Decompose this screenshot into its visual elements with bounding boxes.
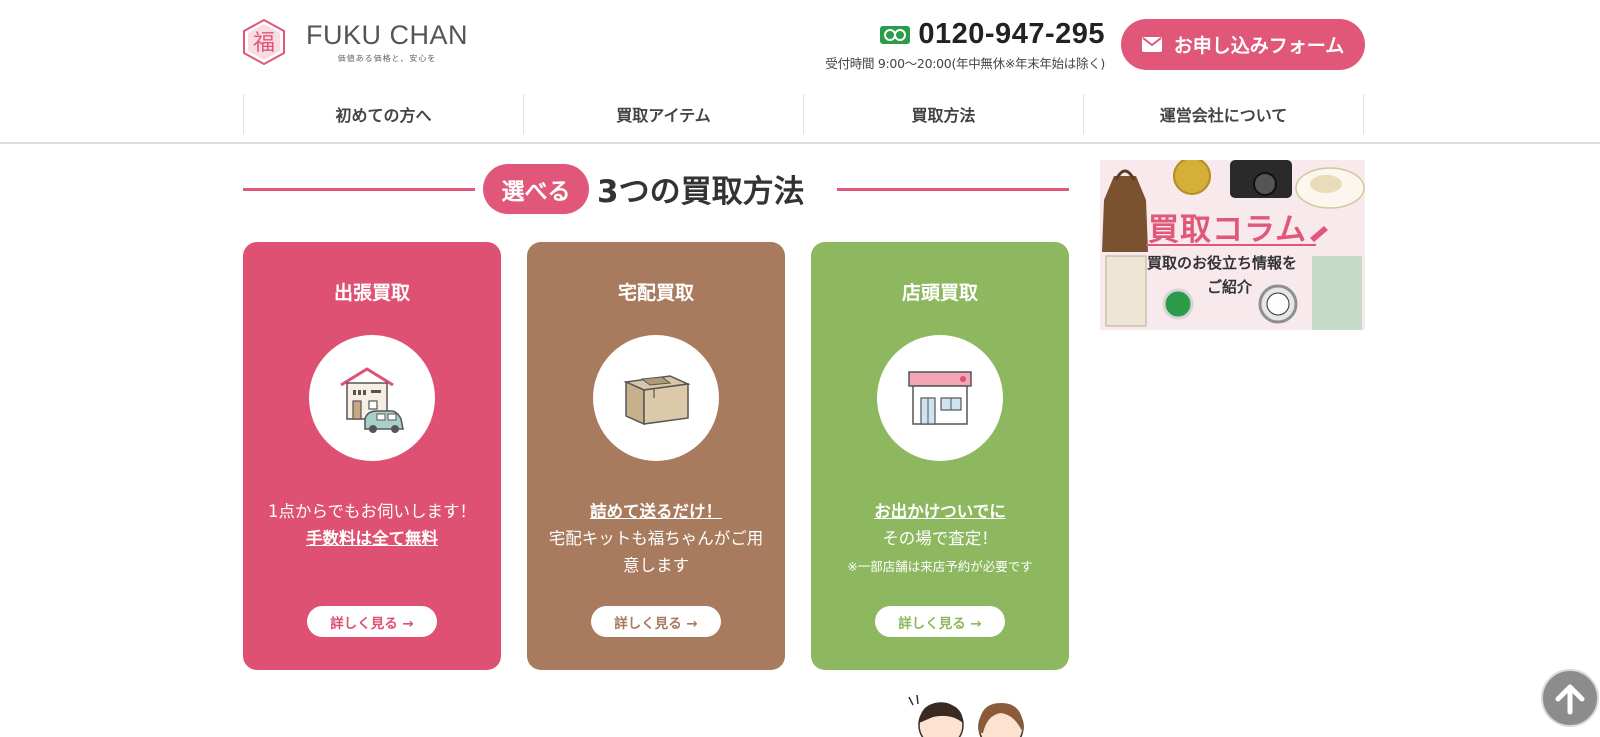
details-button[interactable]: 詳しく見る → xyxy=(875,606,1005,637)
mail-icon xyxy=(1141,37,1162,52)
site-logo[interactable]: 福 FUKU CHAN 価値ある価格と、安心を xyxy=(242,18,468,66)
svg-text:福: 福 xyxy=(253,31,275,56)
card-title: 店頭買取 xyxy=(901,282,978,304)
global-nav: 初めての方へ 買取アイテム 買取方法 運営会社について xyxy=(243,94,1364,134)
column-banner[interactable]: 買取コラム 買取のお役立ち情報を ご紹介 xyxy=(1100,160,1365,330)
nav-item-items[interactable]: 買取アイテム xyxy=(524,94,804,134)
logo-mark-icon: 福 xyxy=(243,18,285,66)
card-description: お出かけついでに その場で査定！ ※一部店舗は来店予約が必要です xyxy=(831,498,1049,582)
storefront-icon xyxy=(877,335,1003,461)
nav-item-methods[interactable]: 買取方法 xyxy=(804,94,1084,134)
card-in-store: 店頭買取 お出かけついでに その場で査定！ ※一部店舗は来店予約が必要です 詳し… xyxy=(811,242,1069,670)
people-illustration xyxy=(908,695,1024,737)
card-house-call: 出張買取 1点からでもお伺いします！ 手数料は全て無料 詳しく見る → xyxy=(243,242,501,670)
banner-title: 買取コラム xyxy=(1148,212,1308,248)
details-button[interactable]: 詳しく見る → xyxy=(307,606,437,637)
section-heading: 選べる 3つの買取方法 xyxy=(243,163,1069,215)
card-title: 宅配買取 xyxy=(617,282,694,304)
logo-name: FUKU CHAN xyxy=(306,19,469,50)
phone-number[interactable]: 0120-947-295 xyxy=(918,18,1105,51)
card-description: 1点からでもお伺いします！ 手数料は全て無料 xyxy=(263,498,481,552)
nav-item-company[interactable]: 運営会社について xyxy=(1084,94,1364,134)
cardboard-box-icon xyxy=(593,335,719,461)
apply-form-label: お申し込みフォーム xyxy=(1173,35,1345,57)
house-car-icon xyxy=(309,335,435,461)
card-desc-text: 1点からでもお伺いします！ xyxy=(267,502,476,521)
card-description: 詰めて送るだけ！ 宅配キットも福ちゃんがご用意します xyxy=(547,498,765,579)
heading-line-left xyxy=(243,188,475,191)
card-note: ※一部店舗は来店予約が必要です xyxy=(847,559,1033,574)
card-desc-highlight[interactable]: お出かけついでに xyxy=(831,498,1049,525)
card-title: 出張買取 xyxy=(333,282,410,304)
details-button[interactable]: 詳しく見る → xyxy=(591,606,721,637)
banner-subtitle: 買取のお役立ち情報を xyxy=(1147,254,1298,272)
card-desc-text: 宅配キットも福ちゃんがご用意します xyxy=(548,529,764,575)
card-desc-highlight[interactable]: 詰めて送るだけ！ xyxy=(547,498,765,525)
card-desc-text: その場で査定！ xyxy=(882,529,998,548)
card-delivery: 宅配買取 詰めて送るだけ！ 宅配キットも福ちゃんがご用意します 詳しく見る → xyxy=(527,242,785,670)
contact-info: 0120-947-295 受付時間 9:00〜20:00(年中無休※年末年始は除… xyxy=(820,18,1105,72)
heading-badge: 選べる xyxy=(483,164,589,214)
logo-tagline: 価値ある価格と、安心を xyxy=(337,53,437,63)
business-hours: 受付時間 9:00〜20:00(年中無休※年末年始は除く) xyxy=(825,56,1105,71)
nav-item-first-time[interactable]: 初めての方へ xyxy=(244,94,524,134)
apply-form-button[interactable]: お申し込みフォーム xyxy=(1121,19,1365,70)
banner-subtitle-2: ご紹介 xyxy=(1207,278,1253,296)
arrow-up-icon xyxy=(1555,684,1585,715)
scroll-to-top-button[interactable] xyxy=(1541,669,1599,727)
freedial-icon xyxy=(880,25,911,44)
heading-title: 3つの買取方法 xyxy=(597,174,805,210)
card-desc-highlight[interactable]: 手数料は全て無料 xyxy=(263,525,481,552)
heading-line-right xyxy=(837,188,1069,191)
site-header: 福 FUKU CHAN 価値ある価格と、安心を 0120-947-295 受付時… xyxy=(0,0,1600,144)
